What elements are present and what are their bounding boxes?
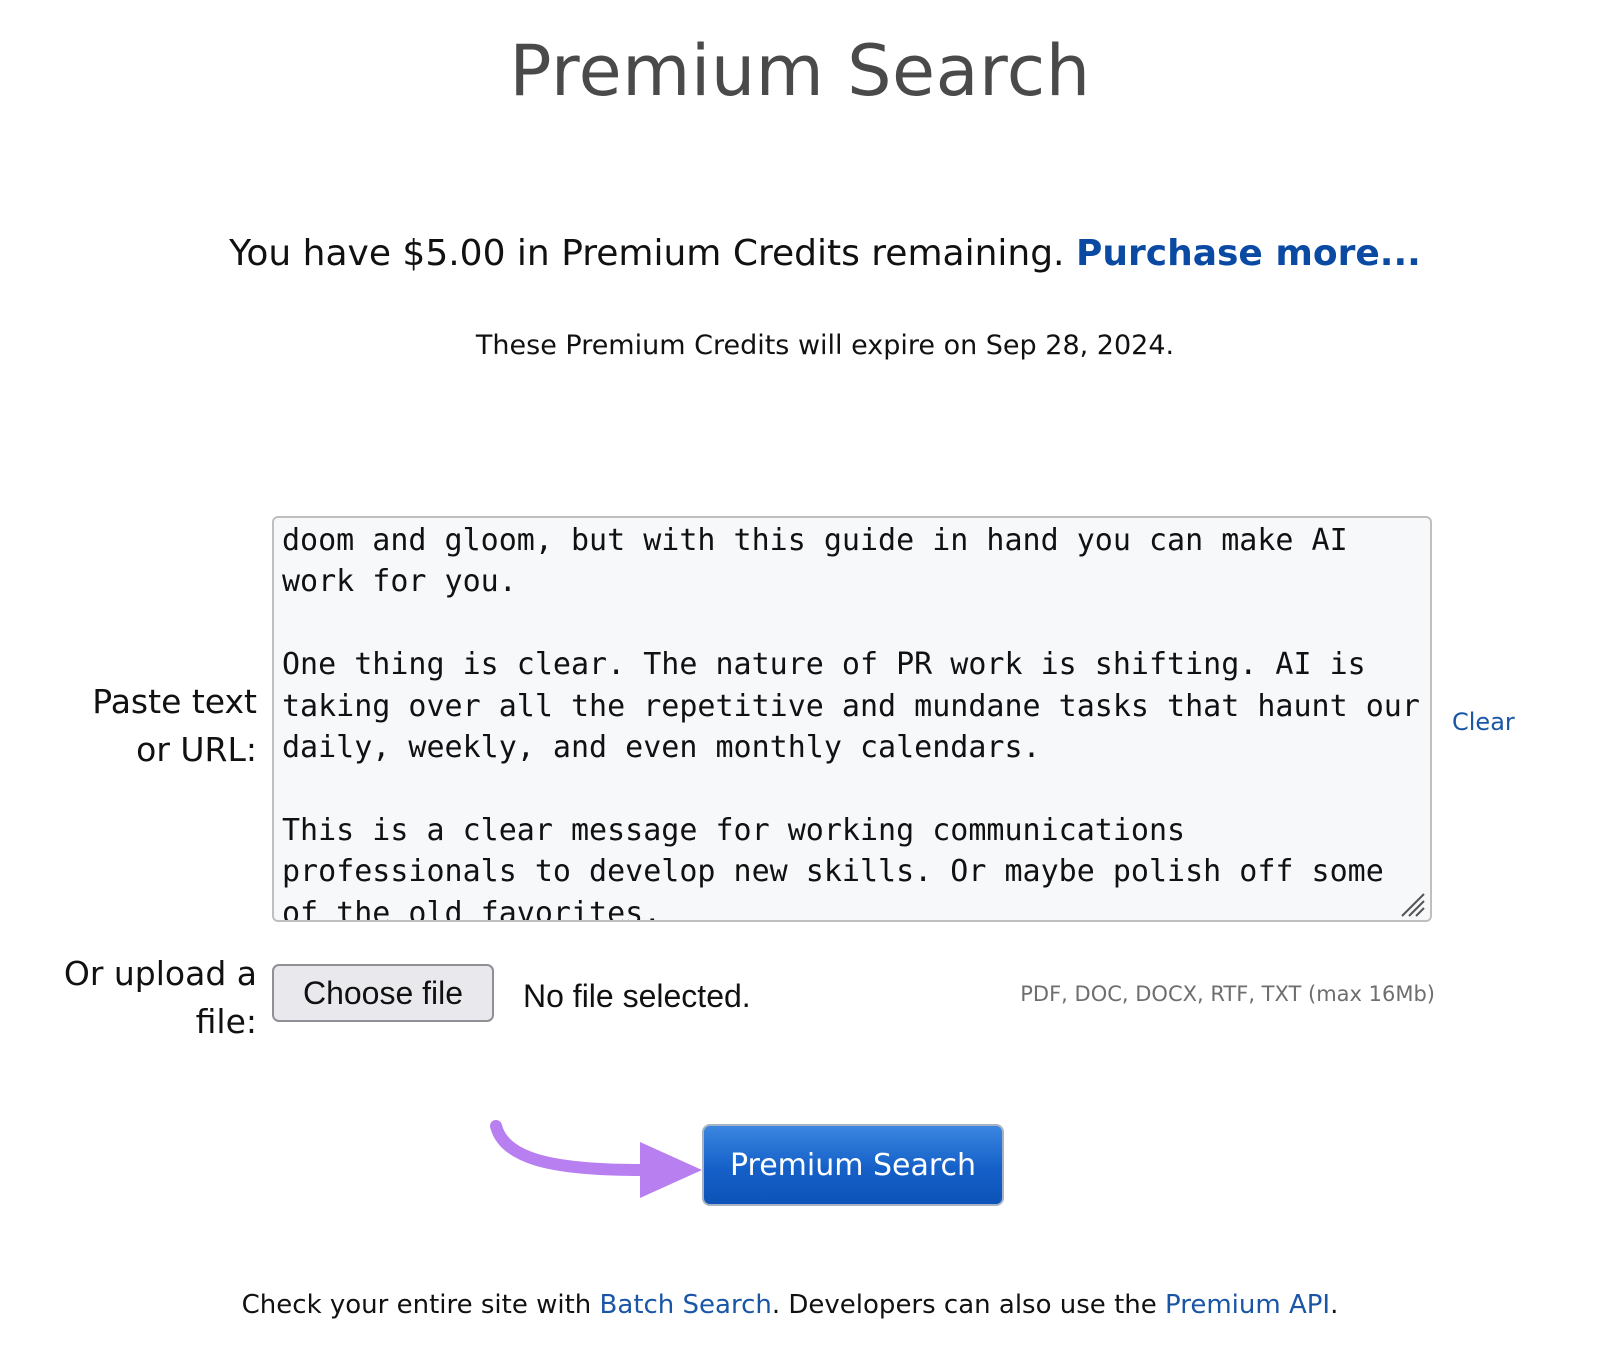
upload-label-line1: Or upload a (63, 954, 257, 993)
credits-text: You have $5.00 in Premium Credits remain… (229, 233, 1065, 274)
footer-text-3: . (1330, 1290, 1339, 1320)
upload-label-line2: file: (195, 1002, 257, 1041)
choose-file-button[interactable]: Choose file (272, 964, 494, 1022)
file-status-text: No file selected. (523, 978, 751, 1014)
batch-search-link[interactable]: Batch Search (600, 1290, 772, 1320)
paste-text-label: Paste text or URL: (92, 678, 257, 774)
premium-api-link[interactable]: Premium API (1165, 1290, 1330, 1320)
credits-balance: You have $5.00 in Premium Credits remain… (0, 233, 1600, 274)
premium-search-button[interactable]: Premium Search (702, 1124, 1004, 1206)
paste-label-line2: or URL: (136, 730, 257, 769)
page-title: Premium Search (509, 30, 1091, 112)
upload-file-label: Or upload a file: (64, 950, 257, 1046)
annotation-arrow-icon (490, 1120, 702, 1198)
purchase-more-link[interactable]: Purchase more... (1076, 233, 1421, 274)
footer-note: Check your entire site with Batch Search… (0, 1290, 1580, 1320)
clear-link[interactable]: Clear (1452, 708, 1515, 736)
credits-expiry: These Premium Credits will expire on Sep… (475, 330, 1175, 361)
footer-text-2: . Developers can also use the (771, 1290, 1165, 1320)
text-input-area[interactable] (272, 516, 1432, 922)
resize-grip-icon[interactable] (1398, 890, 1426, 918)
footer-text-1: Check your entire site with (241, 1290, 600, 1320)
paste-label-line1: Paste text (92, 682, 257, 721)
allowed-formats-note: PDF, DOC, DOCX, RTF, TXT (max 16Mb) (1020, 982, 1435, 1006)
